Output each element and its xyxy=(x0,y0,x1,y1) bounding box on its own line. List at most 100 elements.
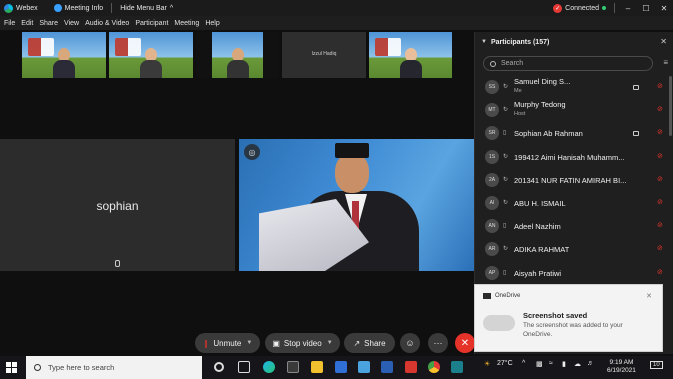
stop-video-button[interactable]: ▣ Stop video ▼ xyxy=(265,333,340,353)
video-camera-icon: ▣ xyxy=(272,338,280,348)
participant-row[interactable]: SR ▯ Sophian Ab Rahman ⊘ xyxy=(475,122,673,145)
muted-mic-icon[interactable]: ⊘ xyxy=(657,268,663,276)
hide-menu-bar-button[interactable]: Hide Menu Bar ^ xyxy=(116,0,177,16)
menu-view[interactable]: View xyxy=(64,20,79,27)
avatar: SR xyxy=(485,126,499,141)
meeting-info-button[interactable]: Meeting Info xyxy=(50,0,108,16)
participant-row[interactable]: 1S ↻ 199412 Aimi Hanisah Muhamm... ⊘ xyxy=(475,146,673,169)
pin-icon: ◎ xyxy=(248,147,256,157)
clock-date: 6/19/2021 xyxy=(607,367,636,374)
menu-help[interactable]: Help xyxy=(205,20,219,27)
participant-list-scrollbar[interactable] xyxy=(669,76,672,136)
webex-taskbar-icon[interactable] xyxy=(451,361,463,373)
file-explorer-icon[interactable] xyxy=(311,361,323,373)
chevron-down-icon[interactable]: ▼ xyxy=(327,340,333,346)
participant-row[interactable]: AI ↻ ABU H. ISMAIL ⊘ xyxy=(475,192,673,215)
network-icon[interactable]: ≈ xyxy=(549,360,553,367)
menu-edit[interactable]: Edit xyxy=(21,20,33,27)
cloud-tray-icon[interactable]: ☁ xyxy=(574,360,581,368)
participant-name: Aisyah Pratiwi xyxy=(514,268,562,278)
muted-mic-icon[interactable]: ⊘ xyxy=(657,152,663,160)
participant-tile-sophian[interactable]: sophian xyxy=(0,139,235,271)
task-view-icon[interactable] xyxy=(238,361,250,373)
tray-icon-1[interactable]: ▩ xyxy=(536,360,543,368)
temperature-label[interactable]: 27°C xyxy=(497,360,513,367)
avatar: AR xyxy=(485,242,499,257)
app-notification-icon[interactable] xyxy=(405,361,417,373)
active-speaker-video[interactable] xyxy=(239,139,474,271)
store-icon[interactable] xyxy=(287,361,299,373)
participant-row[interactable]: AP ▯ Aisyah Pratiwi ⊘ xyxy=(475,262,673,285)
pin-video-button[interactable]: ◎ xyxy=(244,144,260,160)
minimize-button[interactable]: – xyxy=(619,0,637,16)
app-icon[interactable] xyxy=(358,361,370,373)
reactions-button[interactable]: ☺ xyxy=(400,333,420,353)
video-thumbnail-4[interactable]: Izzul Hadiq xyxy=(282,32,366,78)
share-button[interactable]: ↗ Share xyxy=(344,333,395,353)
muted-mic-icon[interactable]: ⊘ xyxy=(657,198,663,206)
muted-mic-icon[interactable]: ⊘ xyxy=(657,221,663,229)
video-thumbnail-1[interactable] xyxy=(22,32,106,78)
muted-mic-icon[interactable]: ⊘ xyxy=(657,244,663,252)
battery-icon[interactable]: ▮ xyxy=(562,360,566,368)
participant-row[interactable]: AN ▯ Adeel Nazhim ⊘ xyxy=(475,215,673,238)
muted-mic-icon[interactable]: ⊘ xyxy=(657,82,663,90)
windows-start-button[interactable] xyxy=(6,362,17,373)
close-panel-button[interactable]: ✕ xyxy=(660,37,667,46)
menu-audio-video[interactable]: Audio & Video xyxy=(85,20,129,27)
camera-icon xyxy=(633,131,639,137)
leave-meeting-button[interactable]: ✕ xyxy=(455,333,475,353)
connection-status[interactable]: ✓ Connected xyxy=(549,0,610,16)
video-thumbnail-3[interactable] xyxy=(196,32,279,78)
muted-mic-icon[interactable]: ⊘ xyxy=(657,175,663,183)
share-icon: ↗ xyxy=(353,338,361,348)
tile-name-label: sophian xyxy=(96,199,139,213)
smiley-icon: ☺ xyxy=(405,338,415,348)
banner-graphic xyxy=(375,38,401,56)
participant-search-input[interactable]: Search xyxy=(483,56,653,71)
participants-header[interactable]: ▼ Participants (157) xyxy=(475,32,673,52)
menu-meeting[interactable]: Meeting xyxy=(174,20,199,27)
word-icon[interactable] xyxy=(381,361,393,373)
maximize-button[interactable]: ☐ xyxy=(637,0,655,16)
participant-row[interactable]: AR ↻ ADIKA RAHMAT ⊘ xyxy=(475,238,673,261)
tray-chevron-up-icon[interactable]: ^ xyxy=(522,360,525,367)
participant-name: Adeel Nazhim xyxy=(514,222,561,232)
notification-title: Screenshot saved xyxy=(523,311,588,320)
menu-file[interactable]: File xyxy=(4,20,15,27)
participant-row[interactable]: MT ↻ Murphy Tedong Host ⊘ xyxy=(475,99,673,122)
search-placeholder: Search xyxy=(501,60,524,67)
app-title: Webex xyxy=(0,0,42,16)
chevron-down-icon[interactable]: ▼ xyxy=(246,340,252,346)
sort-icon[interactable]: ≡ xyxy=(663,58,668,67)
more-options-button[interactable]: ··· xyxy=(428,333,448,353)
thumbnail-name-label: Izzul Hadiq xyxy=(311,51,337,57)
onedrive-notification[interactable]: OneDrive ✕ Screenshot saved The screensh… xyxy=(474,284,663,352)
share-label: Share xyxy=(364,338,386,348)
cortana-icon[interactable] xyxy=(214,362,224,372)
close-window-button[interactable]: ✕ xyxy=(655,0,673,16)
edge-browser-icon[interactable] xyxy=(263,361,275,373)
avatar: SS xyxy=(485,80,499,94)
video-thumbnail-2[interactable] xyxy=(109,32,193,78)
muted-mic-icon[interactable]: ⊘ xyxy=(657,105,663,113)
menu-share[interactable]: Share xyxy=(39,20,58,27)
muted-mic-icon[interactable]: ⊘ xyxy=(657,128,663,136)
menu-participant[interactable]: Participant xyxy=(135,20,168,27)
participant-name: Murphy Tedong xyxy=(514,100,566,110)
close-notification-button[interactable]: ✕ xyxy=(646,292,652,300)
mail-icon[interactable] xyxy=(335,361,347,373)
volume-icon[interactable]: ♬ xyxy=(587,360,594,367)
title-separator xyxy=(111,3,113,13)
taskbar-clock[interactable]: 9:19 AM 6/19/2021 xyxy=(607,359,636,375)
video-thumbnail-5[interactable] xyxy=(369,32,452,78)
chevron-down-icon: ▼ xyxy=(481,39,487,45)
notification-center-icon[interactable]: 10 xyxy=(650,361,663,369)
taskbar-search-input[interactable]: Type here to search xyxy=(26,356,202,379)
unmute-button[interactable]: ❙ Unmute ▼ xyxy=(195,333,260,353)
participant-row[interactable]: SS ↻ Samuel Ding S... Me ⊘ xyxy=(475,76,673,99)
participant-row[interactable]: 2A ↻ 201341 NUR FATIN AMIRAH BI... ⊘ xyxy=(475,169,673,192)
chrome-icon[interactable] xyxy=(428,361,440,373)
stop-video-label: Stop video xyxy=(283,338,322,348)
avatar: 1S xyxy=(485,149,499,164)
